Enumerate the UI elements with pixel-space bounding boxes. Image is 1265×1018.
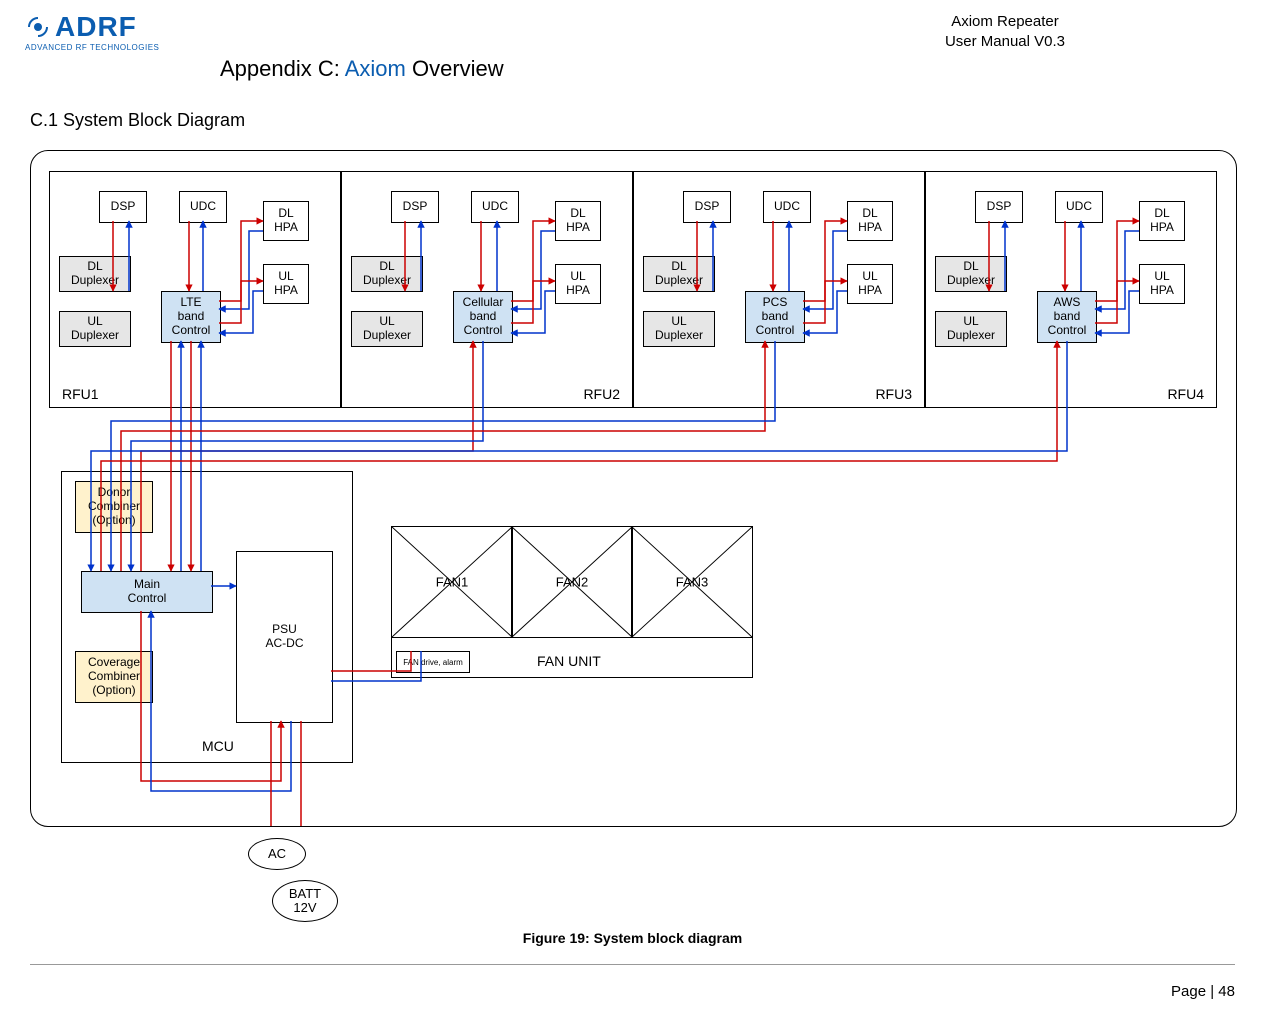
rfu1-label: RFU1 xyxy=(62,386,99,402)
fan2-label: FAN2 xyxy=(512,575,632,590)
brand-tagline: ADVANCED RF TECHNOLOGIES xyxy=(25,43,159,52)
rfu2-ul-duplexer: UL Duplexer xyxy=(351,311,423,347)
rfu2-ul-hpa: UL HPA xyxy=(555,264,601,304)
footer-separator xyxy=(30,964,1235,965)
ac-source: AC xyxy=(248,838,306,870)
battery-source: BATT 12V xyxy=(272,880,338,922)
appendix-title: Appendix C: Axiom Overview xyxy=(220,56,504,82)
rfu1-ul-hpa: UL HPA xyxy=(263,264,309,304)
psu: PSU AC-DC xyxy=(236,551,333,723)
doc-header: Axiom Repeater User Manual V0.3 xyxy=(945,12,1065,51)
fan2-cell: FAN2 xyxy=(511,526,633,638)
fan3-cell: FAN3 xyxy=(631,526,753,638)
rfu1-dsp: DSP xyxy=(99,191,147,223)
rfu2-udc: UDC xyxy=(471,191,519,223)
rfu4-dl-duplexer: DL Duplexer xyxy=(935,256,1007,292)
rfu1-udc: UDC xyxy=(179,191,227,223)
doc-subtitle: User Manual V0.3 xyxy=(945,32,1065,52)
rfu4-ul-duplexer: UL Duplexer xyxy=(935,311,1007,347)
fan1-label: FAN1 xyxy=(392,575,512,590)
rfu2-dl-duplexer: DL Duplexer xyxy=(351,256,423,292)
section-title: C.1 System Block Diagram xyxy=(30,110,245,131)
rfu3-udc: UDC xyxy=(763,191,811,223)
rfu2-dl-hpa: DL HPA xyxy=(555,201,601,241)
rfu3-dl-hpa: DL HPA xyxy=(847,201,893,241)
brand-icon xyxy=(25,14,51,40)
rfu3-dsp: DSP xyxy=(683,191,731,223)
main-control: Main Control xyxy=(81,571,213,613)
rfu3-label: RFU3 xyxy=(875,386,912,402)
donor-combiner: Donor Combiner (Option) xyxy=(75,481,153,533)
rfu3-ul-duplexer: UL Duplexer xyxy=(643,311,715,347)
fan3-label: FAN3 xyxy=(632,575,752,590)
rfu4-band-control: AWS band Control xyxy=(1037,291,1097,343)
fan1-cell: FAN1 xyxy=(391,526,513,638)
doc-title: Axiom Repeater xyxy=(945,12,1065,32)
rfu4-dl-hpa: DL HPA xyxy=(1139,201,1185,241)
coverage-combiner: Coverage Combiner (Option) xyxy=(75,651,153,703)
brand-logo: ADRF ADVANCED RF TECHNOLOGIES xyxy=(25,10,195,55)
rfu2-label: RFU2 xyxy=(583,386,620,402)
rfu2-band-control: Cellular band Control xyxy=(453,291,513,343)
rfu1-dl-duplexer: DL Duplexer xyxy=(59,256,131,292)
figure-caption: Figure 19: System block diagram xyxy=(523,930,742,946)
rfu2-dsp: DSP xyxy=(391,191,439,223)
mcu-label: MCU xyxy=(202,738,234,754)
page-number: Page | 48 xyxy=(1171,983,1235,1000)
rfu4-label: RFU4 xyxy=(1167,386,1204,402)
rfu1-ul-duplexer: UL Duplexer xyxy=(59,311,131,347)
rfu3-dl-duplexer: DL Duplexer xyxy=(643,256,715,292)
system-block-diagram: RFU1 RFU2 RFU3 RFU4 DSP UDC DL HPA UL HP… xyxy=(30,150,1237,827)
rfu1-band-control: LTE band Control xyxy=(161,291,221,343)
rfu4-ul-hpa: UL HPA xyxy=(1139,264,1185,304)
rfu4-udc: UDC xyxy=(1055,191,1103,223)
rfu3-band-control: PCS band Control xyxy=(745,291,805,343)
rfu3-ul-hpa: UL HPA xyxy=(847,264,893,304)
fan-drive-alarm: FAN drive, alarm xyxy=(396,651,470,673)
rfu1-dl-hpa: DL HPA xyxy=(263,201,309,241)
brand-text: ADRF xyxy=(55,13,137,41)
fan-unit-label: FAN UNIT xyxy=(537,653,601,669)
rfu4-dsp: DSP xyxy=(975,191,1023,223)
